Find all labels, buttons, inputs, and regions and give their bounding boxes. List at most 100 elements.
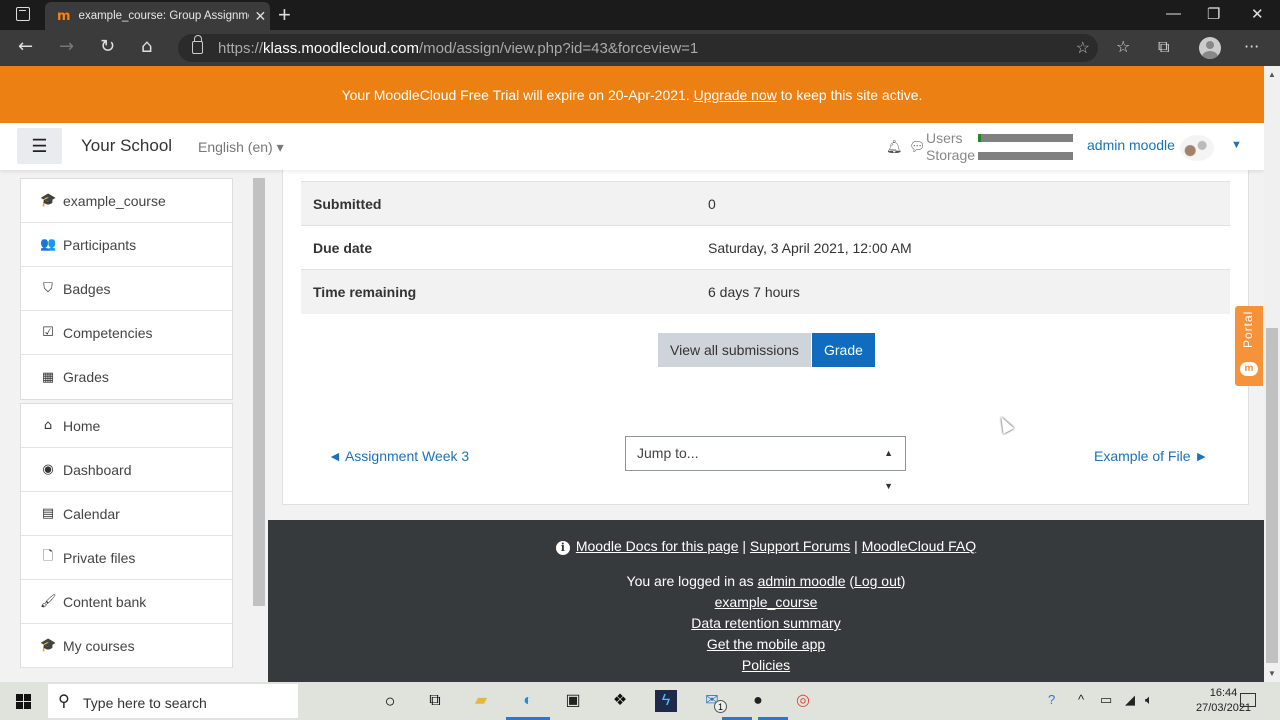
support-forums-link[interactable]: Support Forums [750,538,850,554]
user-menu-caret-icon[interactable]: ▼ [1231,139,1242,151]
battery-icon[interactable]: ▭ [1100,692,1112,708]
drawer-item-participants[interactable]: 👥 Participants [21,223,232,267]
favorites-icon[interactable]: ☆ [1116,37,1130,56]
upgrade-link[interactable]: Upgrade now [694,87,777,103]
row-value: Saturday, 3 April 2021, 12:00 AM [708,239,912,256]
logged-in-info: You are logged in as admin moodle (Log o… [626,573,906,589]
tab-actions-icon[interactable] [16,7,30,21]
jump-to-select[interactable]: Jump to... ▲ ▼ [625,436,906,491]
close-window-button[interactable]: ✕ [1251,5,1264,23]
user-avatar[interactable] [1180,135,1214,161]
browser-tab[interactable]: m example_course: Group Assignment ✕ [45,2,270,30]
scrollbar-thumb[interactable] [1266,328,1278,663]
grading-summary-table: Submitted 0 Due date Saturday, 3 April 2… [301,181,1230,314]
chrome-icon[interactable]: ◎ [792,690,814,712]
drawer-item-competencies[interactable]: ☑ Competencies [21,311,232,355]
minimize-button[interactable]: — [1166,5,1181,22]
language-menu[interactable]: English (en) ▾ [198,139,284,156]
main-region: Submitted 0 Due date Saturday, 3 April 2… [268,160,1264,682]
row-value: 0 [708,195,716,212]
back-icon[interactable]: ← [18,36,33,57]
drawer-toggle-button[interactable]: ☰ [17,128,62,164]
home-icon[interactable]: ⌂ [141,36,152,57]
trial-banner: Your MoodleCloud Free Trial will expire … [0,66,1264,123]
task-view-icon[interactable]: ⧉ [424,690,446,712]
help-icon[interactable]: ? [1048,692,1055,707]
bell-icon[interactable]: 🔔︎ [886,139,903,155]
taskbar-search[interactable]: ⚲ Type here to search [48,684,298,718]
moodlecloud-faq-link[interactable]: MoodleCloud FAQ [862,538,976,554]
new-tab-button[interactable]: + [278,2,291,28]
footer-user-link[interactable]: admin moodle [758,573,846,589]
data-retention-link[interactable]: Data retention summary [691,615,840,631]
view-all-submissions-button[interactable]: View all submissions [658,333,811,367]
action-center-icon[interactable] [1240,693,1256,707]
obs-icon[interactable]: ● [747,690,769,712]
storage-usage-bar [978,152,1073,160]
profile-avatar[interactable] [1199,37,1221,59]
user-menu-name[interactable]: admin moodle [1087,137,1175,153]
tab-title: example_course: Group Assignment [78,10,249,22]
collections-icon[interactable]: ⧉ [1158,37,1169,57]
volume-icon[interactable]: 🔈︎ [1145,692,1153,708]
scroll-down-icon[interactable]: ▼ [1268,669,1276,678]
moodle-docs-link[interactable]: Moodle Docs for this page [576,538,739,554]
search-icon: ⚲ [58,693,70,710]
browser-tab-bar: m example_course: Group Assignment ✕ + —… [0,0,1280,30]
site-name[interactable]: Your School [81,136,172,156]
site-nav-group: ⌂ Home ◉ Dashboard ▤ Calendar 🗋 Private file… [20,403,233,668]
drawer-item-home[interactable]: ⌂ Home [21,404,232,448]
table-row: Submitted 0 [301,181,1230,226]
page-footer: i Moodle Docs for this page | Support For… [268,520,1264,682]
drawer-item-badges[interactable]: ⛉ Badges [21,267,232,311]
grade-button[interactable]: Grade [812,333,875,367]
store-icon[interactable]: ▣ [562,690,584,712]
more-icon[interactable]: ··· [1244,37,1259,56]
tray-expand-icon[interactable]: ^ [1078,692,1084,707]
drawer-item-private-files[interactable]: 🗋 Private files [21,536,232,580]
next-activity-link[interactable]: Example of File ► [1094,448,1208,464]
windows-taskbar: ⚲ Type here to search ○ ⧉ ▰ ◐ ▣ ❖ ϟ ✉ 1 … [0,682,1280,720]
row-label: Due date [313,239,373,256]
file-explorer-icon[interactable]: ▰ [470,690,492,712]
tab-close-icon[interactable]: ✕ [255,8,267,25]
edge-icon[interactable]: ◐ [517,690,539,712]
drawer-item-course[interactable]: 🎓 example_course [21,179,232,223]
drawer-item-content-bank[interactable]: 🖌 Content bank [21,580,232,624]
app-s-icon[interactable]: ϟ [655,690,677,712]
policies-link[interactable]: Policies [742,657,790,673]
portal-tab[interactable]: Portal m [1235,306,1263,386]
chat-icon[interactable]: 💬︎ [909,139,926,155]
lock-icon[interactable] [192,35,203,54]
shield-icon: ⛉ [43,281,53,296]
address-bar[interactable]: https://klass.moodlecloud.com/mod/assign… [178,34,1098,62]
refresh-icon[interactable]: ↻ [100,36,115,57]
page-viewport: Your MoodleCloud Free Trial will expire … [0,66,1264,682]
forward-icon[interactable]: → [59,36,74,57]
mobile-app-link[interactable]: Get the mobile app [707,636,825,652]
add-favorite-icon[interactable]: ☆ [1076,38,1090,58]
browser-toolbar: ← → ↻ ⌂ https://klass.moodlecloud.com/mo… [0,30,1280,66]
windows-start-icon[interactable] [16,694,31,709]
scroll-up-icon[interactable]: ▲ [1268,70,1276,79]
nav-drawer: 🎓 example_course 👥 Participants ⛉ Badges ☑ C… [0,170,268,682]
footer-help-links: i Moodle Docs for this page | Support For… [268,538,1264,555]
dropbox-icon[interactable]: ❖ [609,690,631,712]
row-value: 6 days 7 hours [708,283,800,300]
previous-activity-link[interactable]: ◄ Assignment Week 3 [328,448,469,464]
drawer-item-calendar[interactable]: ▤ Calendar [21,492,232,536]
logout-link[interactable]: Log out [854,573,901,589]
restore-button[interactable]: ❐ [1207,5,1220,23]
drawer-item-grades[interactable]: ▦ Grades [21,355,232,399]
drawer-item-dashboard[interactable]: ◉ Dashboard [21,448,232,492]
page-scrollbar[interactable]: ▲ ▼ [1264,66,1280,682]
wifi-icon[interactable]: ◢ [1125,692,1135,708]
drawer-scrollbar[interactable] [253,178,265,606]
footer-course-link[interactable]: example_course [715,594,818,610]
url-text[interactable]: https://klass.moodlecloud.com/mod/assign… [218,40,698,57]
cortana-icon[interactable]: ○ [379,690,401,712]
row-label: Time remaining [313,283,417,300]
users-icon: 👥 [40,237,57,252]
drawer-item-my-courses[interactable]: 🎓 My courses [21,624,232,668]
users-usage-fill [978,134,981,142]
